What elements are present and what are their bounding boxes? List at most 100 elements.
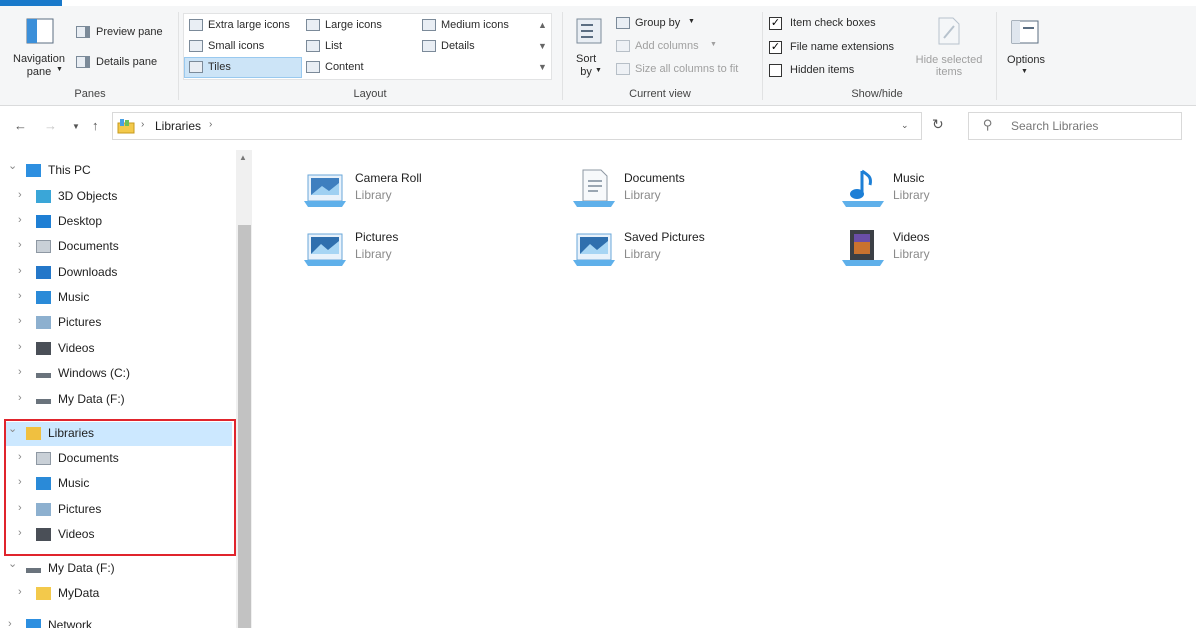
chevron-down-icon: ▼ (1021, 68, 1028, 75)
expand-chevron-icon[interactable]: › (18, 366, 22, 378)
item-check-boxes-label: Item check boxes (790, 17, 876, 29)
extra-large-icons-option[interactable]: Extra large icons (186, 17, 302, 35)
details-option[interactable]: Details (419, 38, 535, 56)
expand-chevron-icon[interactable]: › (18, 315, 22, 327)
nav-item-my-data-f[interactable]: ⌄ My Data (F:) (0, 556, 236, 581)
nav-item-my-data-f[interactable]: › My Data (F:) (0, 387, 236, 412)
tiles-option[interactable]: Tiles (186, 59, 302, 77)
hidden-items-checkbox[interactable] (769, 64, 782, 77)
expand-chevron-icon[interactable]: › (18, 214, 22, 226)
nav-item-downloads[interactable]: › Downloads (0, 260, 236, 285)
small-icons-option[interactable]: Small icons (186, 38, 302, 56)
refresh-icon[interactable]: ↻ (932, 116, 944, 133)
navigation-pane-button[interactable]: Navigation pane ▼ (6, 12, 70, 82)
file-tab[interactable] (0, 0, 62, 6)
preview-pane-button[interactable]: Preview pane (74, 24, 172, 42)
navigation-pane-icon (26, 18, 54, 44)
collapse-chevron-icon[interactable]: ⌄ (8, 159, 17, 172)
hidden-items-toggle[interactable]: Hidden items (768, 62, 908, 80)
nav-item-music[interactable]: › Music (0, 285, 236, 310)
options-button[interactable]: Options ▼ (1000, 12, 1052, 82)
size-all-columns-button[interactable]: Size all columns to fit (614, 61, 760, 79)
details-pane-button[interactable]: Details pane (74, 54, 172, 72)
library-tile-videos[interactable]: Videos Library (840, 226, 1090, 276)
pc-icon (26, 164, 41, 177)
expand-chevron-icon[interactable]: › (8, 618, 12, 628)
file-name-extensions-toggle[interactable]: ✓ File name extensions (768, 39, 908, 57)
videos-library-icon (842, 230, 884, 266)
sort-by-button[interactable]: Sort by ▼ (570, 12, 610, 82)
content-option[interactable]: Content (303, 59, 413, 77)
breadcrumb-separator-icon: › (141, 119, 145, 130)
music-icon (36, 291, 51, 304)
library-tile-pictures[interactable]: Pictures Library (302, 226, 552, 276)
medium-icons-option[interactable]: Medium icons (419, 17, 535, 35)
item-check-boxes-checkbox[interactable]: ✓ (769, 17, 782, 30)
hide-selected-items-button[interactable]: Hide selected items (908, 12, 990, 82)
tile-name: Camera Roll (355, 171, 422, 185)
library-tile-music[interactable]: Music Library (840, 167, 1090, 217)
nav-item-mydata[interactable]: › MyData (0, 581, 236, 606)
expand-chevron-icon[interactable]: › (18, 265, 22, 277)
up-icon[interactable]: ↑ (92, 118, 99, 133)
nav-item-label: My Data (F:) (58, 392, 125, 406)
nav-item-videos[interactable]: › Videos (0, 336, 236, 361)
list-option[interactable]: List (303, 38, 413, 56)
tile-name: Saved Pictures (624, 230, 705, 244)
add-columns-button[interactable]: Add columns ▼ (614, 38, 754, 56)
tile-name: Documents (624, 171, 685, 185)
file-name-extensions-checkbox[interactable]: ✓ (769, 41, 782, 54)
nav-item-this-pc[interactable]: ⌄ This PC (0, 158, 236, 183)
expand-chevron-icon[interactable]: › (18, 189, 22, 201)
libraries-icon (117, 119, 135, 134)
library-tile-saved-pictures[interactable]: Saved Pictures Library (571, 226, 821, 276)
network-icon (26, 619, 41, 628)
nav-item-label: 3D Objects (58, 189, 118, 203)
nav-item-windows-c[interactable]: › Windows (C:) (0, 361, 236, 386)
tile-type: Library (624, 188, 661, 202)
address-dropdown-icon[interactable]: ⌄ (901, 120, 909, 131)
tiles-icon (189, 61, 203, 73)
gallery-scroll-up-icon[interactable]: ▲ (538, 20, 547, 30)
expand-chevron-icon[interactable]: › (18, 239, 22, 251)
gallery-scroll-down-icon[interactable]: ▼ (538, 41, 547, 51)
tile-type: Library (893, 247, 930, 261)
group-by-button[interactable]: Group by ▼ (614, 15, 754, 33)
large-icons-icon (306, 19, 320, 31)
breadcrumb-libraries[interactable]: Libraries (155, 119, 201, 133)
group-separator (562, 12, 563, 100)
medium-icons-label: Medium icons (441, 19, 509, 31)
pictures-icon (36, 316, 51, 329)
nav-item-network[interactable]: › Network (0, 613, 236, 628)
forward-icon[interactable]: → (44, 118, 57, 133)
scroll-up-icon[interactable]: ▲ (239, 153, 247, 162)
small-icons-icon (189, 40, 203, 52)
library-tile-documents[interactable]: Documents Library (571, 167, 821, 217)
back-icon[interactable]: ← (14, 118, 27, 133)
search-box[interactable]: ⚲ Search Libraries (968, 112, 1182, 140)
expand-chevron-icon[interactable]: › (18, 586, 22, 598)
expand-chevron-icon[interactable]: › (18, 392, 22, 404)
tile-name: Pictures (355, 230, 399, 244)
size-columns-icon (616, 63, 630, 75)
nav-pane-scroll-thumb[interactable] (238, 225, 251, 628)
expand-chevron-icon[interactable]: › (18, 290, 22, 302)
expand-chevron-icon[interactable]: › (18, 341, 22, 353)
library-tile-camera-roll[interactable]: Camera Roll Library (302, 167, 552, 217)
extra-large-icons-label: Extra large icons (208, 19, 290, 31)
details-icon (422, 40, 436, 52)
sort-by-label: Sort by (576, 53, 597, 78)
collapse-chevron-icon[interactable]: ⌄ (8, 557, 17, 570)
item-check-boxes-toggle[interactable]: ✓ Item check boxes (768, 15, 908, 33)
nav-item-3d-objects[interactable]: › 3D Objects (0, 184, 236, 209)
file-explorer-window: Navigation pane ▼ Preview pane Details p… (0, 0, 1196, 628)
address-bar[interactable]: › Libraries › ⌄ (112, 112, 922, 140)
recent-locations-icon[interactable]: ▼ (72, 122, 80, 131)
nav-item-pictures[interactable]: › Pictures (0, 310, 236, 335)
large-icons-option[interactable]: Large icons (303, 17, 413, 35)
panes-group-label: Panes (74, 88, 106, 100)
nav-item-label: Downloads (58, 265, 118, 279)
nav-item-documents[interactable]: › Documents (0, 234, 236, 259)
gallery-expand-icon[interactable]: ▼ (538, 62, 547, 72)
nav-item-desktop[interactable]: › Desktop (0, 209, 236, 234)
